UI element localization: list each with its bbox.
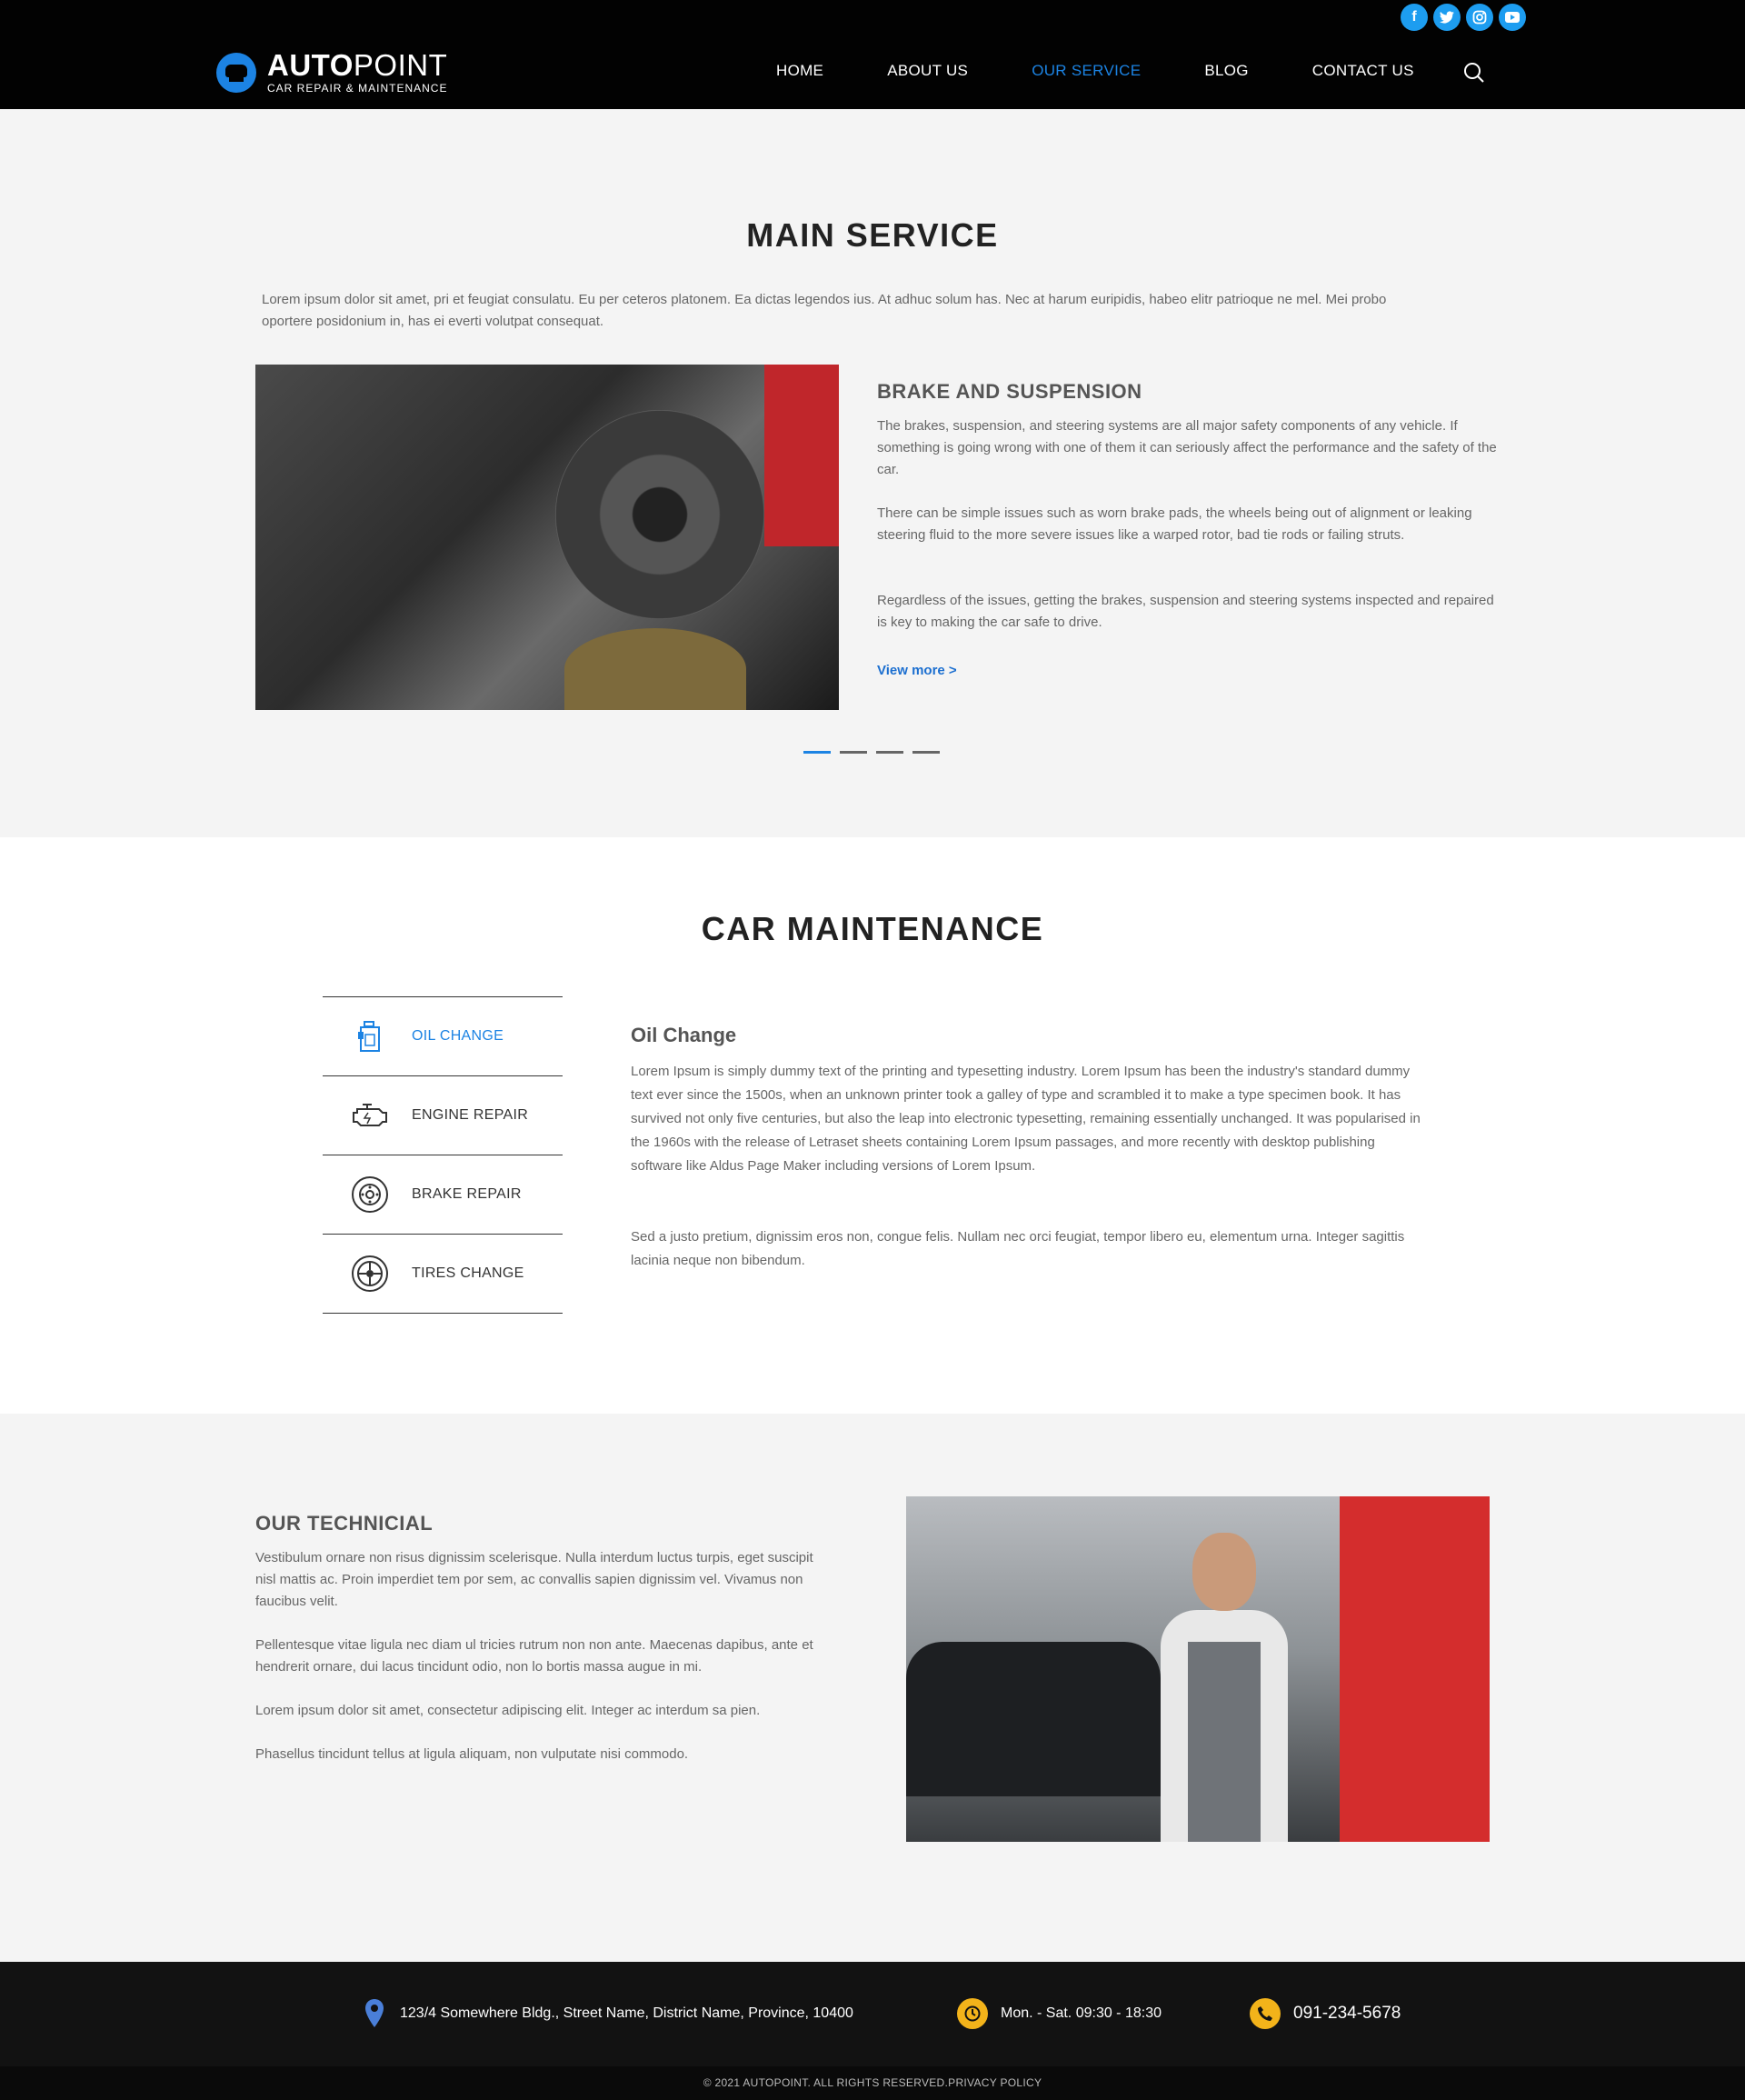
- slide-paragraph: There can be simple issues such as worn …: [877, 505, 1472, 543]
- logo-subtitle: CAR REPAIR & MAINTENANCE: [267, 82, 448, 95]
- technician-paragraph: Lorem ipsum dolor sit amet, consectetur …: [255, 1703, 761, 1718]
- slider-dot[interactable]: [912, 751, 940, 754]
- car-maintenance-title: CAR MAINTENANCE: [701, 910, 1044, 947]
- logo-bold-text: AUTO: [267, 48, 354, 82]
- footer-hours: Mon. - Sat. 09:30 - 18:30: [957, 1998, 1162, 2029]
- copyright: © 2021 AUTOPOINT. ALL RIGHTS RESERVED.PR…: [0, 2066, 1745, 2100]
- slider-dot[interactable]: [840, 751, 867, 754]
- slider-pagination: [803, 751, 940, 754]
- technician-paragraph: Phasellus tincidunt tellus at ligula ali…: [255, 1746, 689, 1762]
- maintenance-tabs: OIL CHANGE ENGINE REPAIR BRAKE REPAIR TI…: [323, 996, 563, 1314]
- car-maintenance-section: CAR MAINTENANCE OIL CHANGE ENGINE REPAIR…: [0, 837, 1745, 1414]
- nav-our-service[interactable]: OUR SERVICE: [1032, 62, 1141, 80]
- logo-light-text: POINT: [353, 48, 448, 82]
- site-logo[interactable]: AUTOPOINT CAR REPAIR & MAINTENANCE: [216, 50, 447, 95]
- tire-icon: [350, 1254, 390, 1294]
- hours-text: Mon. - Sat. 09:30 - 18:30: [1001, 2005, 1162, 2021]
- phone-icon: [1250, 1998, 1281, 2029]
- tab-label: OIL CHANGE: [412, 1028, 504, 1044]
- main-nav: HOME ABOUT US OUR SERVICE BLOG CONTACT U…: [776, 62, 1478, 80]
- tab-label: BRAKE REPAIR: [412, 1186, 522, 1202]
- technician-paragraph: Vestibulum ornare non risus dignissim sc…: [255, 1550, 813, 1609]
- search-icon[interactable]: [1463, 62, 1485, 84]
- technician-photo: [906, 1496, 1490, 1842]
- technician-section: OUR TECHNICIAL Vestibulum ornare non ris…: [0, 1414, 1745, 1962]
- instagram-icon[interactable]: [1466, 4, 1493, 31]
- main-service-intro: Lorem ipsum dolor sit amet, pri et feugi…: [262, 292, 1387, 329]
- social-links: f: [1401, 4, 1526, 31]
- brake-repair-photo: [255, 365, 839, 710]
- footer-phone[interactable]: 091-234-5678: [1250, 1998, 1401, 2029]
- nav-contact-us[interactable]: CONTACT US: [1312, 62, 1414, 80]
- main-service-title: MAIN SERVICE: [746, 216, 999, 254]
- youtube-icon[interactable]: [1499, 4, 1526, 31]
- address-text: 123/4 Somewhere Bldg., Street Name, Dist…: [400, 2005, 853, 2021]
- main-service-section: MAIN SERVICE Lorem ipsum dolor sit amet,…: [0, 109, 1745, 837]
- technician-paragraph: Pellentesque vitae ligula nec diam ul tr…: [255, 1637, 813, 1675]
- tab-brake-repair[interactable]: BRAKE REPAIR: [323, 1155, 563, 1235]
- footer-address: 123/4 Somewhere Bldg., Street Name, Dist…: [364, 1998, 853, 2029]
- tab-oil-change[interactable]: OIL CHANGE: [323, 997, 563, 1076]
- view-more-link[interactable]: View more >: [877, 663, 957, 678]
- site-header: f AUTOPOINT CAR REPAIR & MAINTENANCE HOM…: [0, 0, 1745, 109]
- engine-icon: [350, 1095, 390, 1135]
- car-logo-icon: [216, 52, 256, 93]
- tab-label: ENGINE REPAIR: [412, 1107, 529, 1123]
- slider-dot-active[interactable]: [803, 751, 831, 754]
- nav-about-us[interactable]: ABOUT US: [887, 62, 968, 80]
- tab-engine-repair[interactable]: ENGINE REPAIR: [323, 1076, 563, 1155]
- maintenance-paragraph: Lorem Ipsum is simply dummy text of the …: [631, 1064, 1421, 1174]
- nav-blog[interactable]: BLOG: [1204, 62, 1248, 80]
- nav-home[interactable]: HOME: [776, 62, 823, 80]
- oil-bottle-icon: [350, 1016, 390, 1056]
- technician-title: OUR TECHNICIAL: [255, 1512, 434, 1535]
- clock-icon: [957, 1998, 988, 2029]
- tab-label: TIRES CHANGE: [412, 1265, 524, 1281]
- maintenance-paragraph: Sed a justo pretium, dignissim eros non,…: [631, 1229, 1405, 1268]
- brake-disc-icon: [350, 1175, 390, 1215]
- site-footer: 123/4 Somewhere Bldg., Street Name, Dist…: [0, 1962, 1745, 2100]
- slide-paragraph: Regardless of the issues, getting the br…: [877, 593, 1494, 630]
- phone-text: 091-234-5678: [1293, 2004, 1401, 2023]
- slide-title: BRAKE AND SUSPENSION: [877, 380, 1142, 403]
- slide-paragraph: The brakes, suspension, and steering sys…: [877, 418, 1497, 477]
- twitter-icon[interactable]: [1433, 4, 1461, 31]
- slider-dot[interactable]: [876, 751, 903, 754]
- maintenance-content-title: Oil Change: [631, 1024, 737, 1046]
- facebook-icon[interactable]: f: [1401, 4, 1428, 31]
- tab-tires-change[interactable]: TIRES CHANGE: [323, 1235, 563, 1314]
- location-pin-icon: [365, 1999, 384, 2027]
